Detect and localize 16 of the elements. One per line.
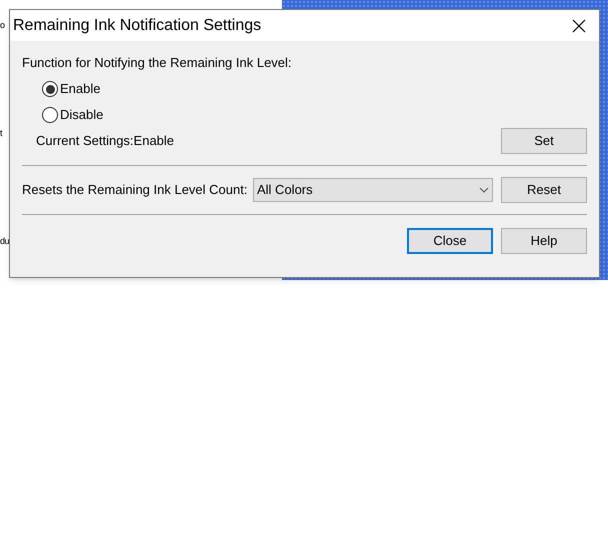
chevron-down-icon [479, 187, 489, 193]
window-title: Remaining Ink Notification Settings [13, 16, 262, 36]
function-label: Function for Notifying the Remaining Ink Level: [22, 55, 293, 71]
dialog-button[interactable]: Help [501, 228, 587, 254]
set-button[interactable]: Set [501, 128, 587, 154]
background-text: t [0, 127, 2, 139]
radio-option[interactable]: Enable [42, 80, 100, 98]
dialog-button[interactable]: Close [407, 228, 493, 254]
current-settings-text: Current Settings:Enable [35, 132, 174, 150]
reset-label: Resets the Remaining Ink Level Count: [22, 181, 248, 200]
background-text: du [0, 235, 10, 247]
background-text: o [0, 19, 5, 31]
reset-button[interactable]: Reset [501, 177, 587, 203]
radio-option[interactable]: Disable [42, 106, 104, 124]
color-select[interactable]: All Colors [253, 178, 493, 202]
close-icon[interactable] [571, 18, 587, 34]
